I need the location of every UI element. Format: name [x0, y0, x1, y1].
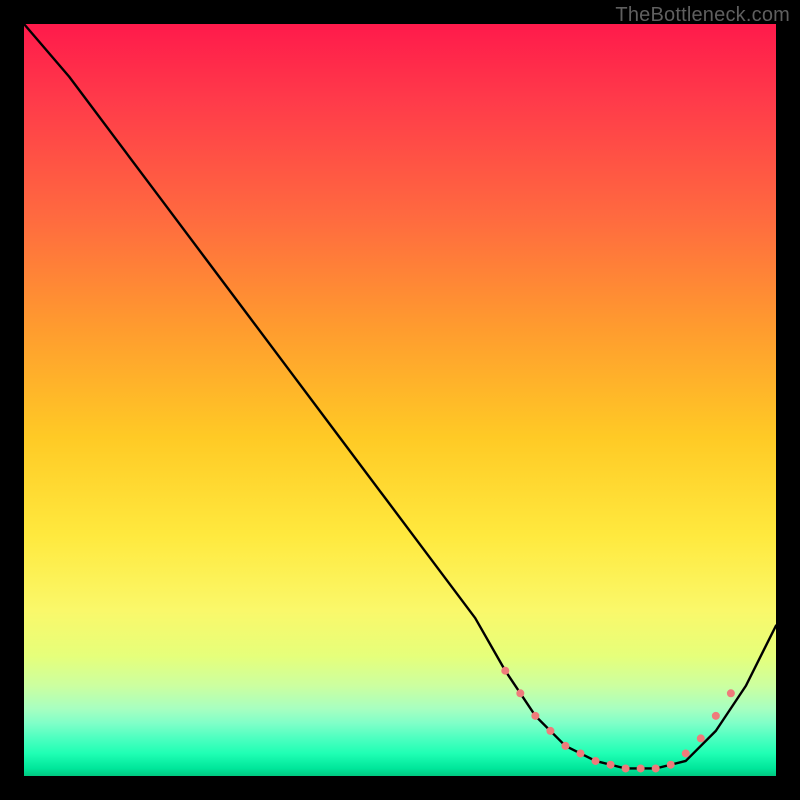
chart-marker — [531, 712, 539, 720]
chart-marker — [516, 689, 524, 697]
chart-marker — [712, 712, 720, 720]
chart-marker — [697, 734, 705, 742]
chart-curve-group — [24, 24, 776, 768]
chart-marker — [682, 749, 690, 757]
chart-marker — [592, 757, 600, 765]
chart-marker — [667, 761, 675, 769]
chart-marker — [607, 761, 615, 769]
chart-svg — [24, 24, 776, 776]
chart-marker — [637, 764, 645, 772]
chart-marker — [576, 749, 584, 757]
chart-marker — [622, 764, 630, 772]
chart-marker-group — [501, 667, 735, 773]
chart-curve — [24, 24, 776, 768]
chart-marker — [727, 689, 735, 697]
chart-stage: TheBottleneck.com — [0, 0, 800, 800]
chart-marker — [652, 764, 660, 772]
chart-marker — [501, 667, 509, 675]
chart-plot-area — [24, 24, 776, 776]
attribution-label: TheBottleneck.com — [615, 4, 790, 27]
chart-marker — [561, 742, 569, 750]
chart-marker — [546, 727, 554, 735]
